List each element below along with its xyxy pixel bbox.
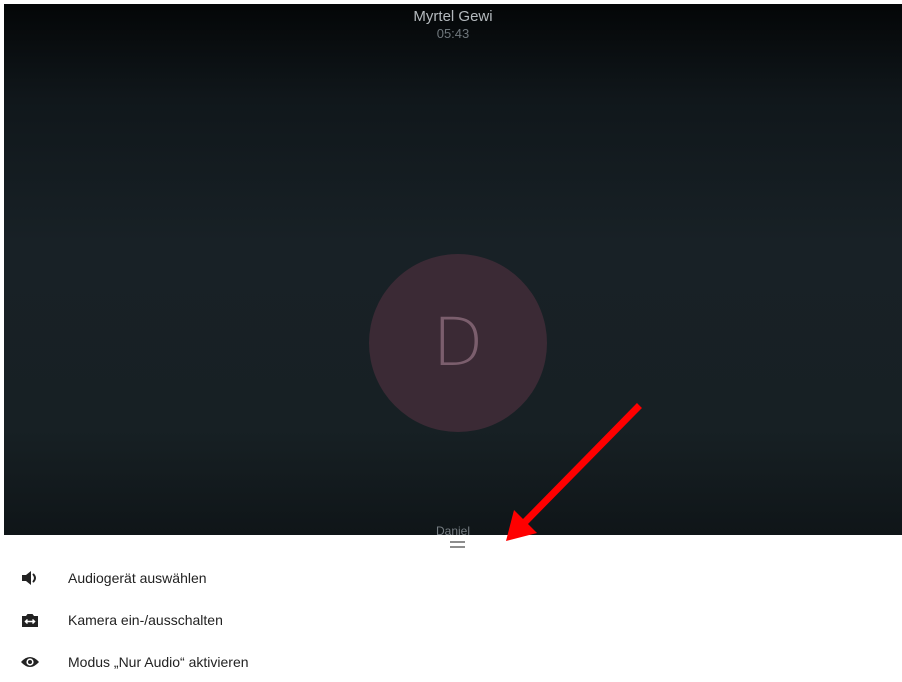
speaker-icon — [20, 568, 40, 588]
menu-item-audio-device[interactable]: Audiogerät auswählen — [0, 558, 902, 598]
camera-switch-icon — [20, 610, 40, 630]
avatar: D — [369, 254, 547, 432]
drag-handle[interactable] — [450, 541, 465, 548]
caller-name: Myrtel Gewi — [413, 8, 493, 25]
call-timer: 05:43 — [436, 26, 470, 41]
menu-label-audio-only-mode: Modus „Nur Audio“ aktivieren — [68, 654, 249, 670]
self-participant-name: Daniel — [435, 524, 471, 535]
menu-label-audio-device: Audiogerät auswählen — [68, 570, 207, 586]
menu-item-camera-toggle[interactable]: Kamera ein-/ausschalten — [0, 600, 902, 640]
menu-item-audio-only-mode[interactable]: Modus „Nur Audio“ aktivieren — [0, 642, 902, 682]
avatar-initial: D — [432, 304, 484, 381]
call-view: Myrtel Gewi 05:43 D Daniel — [4, 4, 902, 535]
eye-icon — [20, 652, 40, 672]
menu-label-camera-toggle: Kamera ein-/ausschalten — [68, 612, 223, 628]
